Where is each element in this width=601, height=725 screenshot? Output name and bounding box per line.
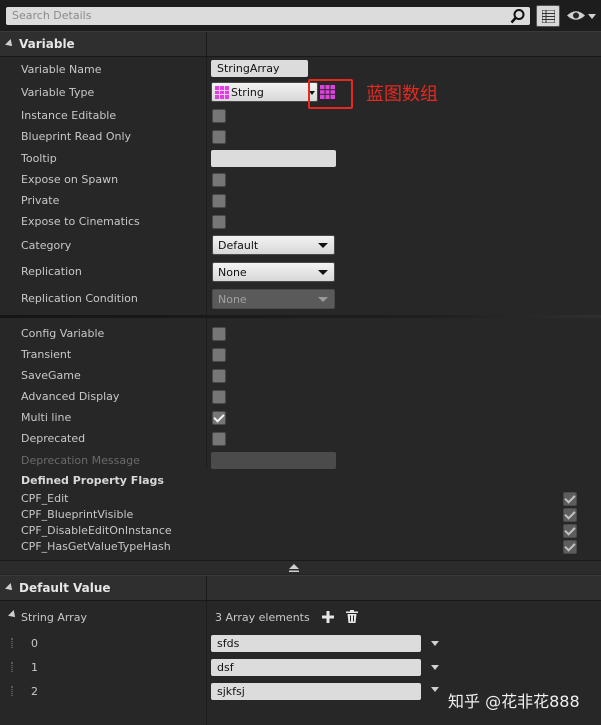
flag-checkbox	[563, 492, 577, 506]
expose-on-spawn-label: Expose on Spawn	[21, 173, 119, 186]
instance-editable-label: Instance Editable	[21, 109, 117, 122]
expose-to-cinematics-checkbox[interactable]	[212, 215, 226, 229]
replication-label: Replication	[21, 265, 82, 278]
category-value: Default	[218, 239, 259, 252]
collapse-arrow-icon	[5, 39, 15, 49]
drag-handle[interactable]	[11, 686, 13, 696]
savegame-label: SaveGame	[21, 369, 81, 382]
annotation-highlight-box	[308, 79, 353, 109]
tooltip-label: Tooltip	[21, 152, 57, 165]
replication-condition-label: Replication Condition	[21, 292, 138, 305]
flag-label: CPF_HasGetValueTypeHash	[21, 540, 171, 553]
variable-section-header[interactable]: Variable	[0, 31, 601, 58]
grid-icon	[542, 10, 555, 23]
property-flags-title: Defined Property Flags	[21, 474, 164, 487]
expose-on-spawn-checkbox[interactable]	[212, 173, 226, 187]
config-variable-label: Config Variable	[21, 327, 105, 340]
default-value-section-header[interactable]: Default Value	[0, 575, 601, 602]
advanced-collapse-bar[interactable]	[0, 560, 601, 574]
tooltip-field[interactable]	[211, 150, 336, 167]
flag-label: CPF_BlueprintVisible	[21, 508, 134, 521]
advanced-display-label: Advanced Display	[21, 390, 120, 403]
variable-type-value: String	[231, 86, 264, 99]
column-divider	[206, 601, 207, 725]
replication-condition-dropdown[interactable]: None	[212, 289, 335, 309]
column-divider	[206, 32, 207, 58]
private-label: Private	[21, 194, 60, 207]
variable-name-label: Variable Name	[21, 63, 102, 76]
element-options-dropdown[interactable]	[431, 665, 439, 670]
multi-line-label: Multi line	[21, 411, 72, 424]
variable-name-field[interactable]: StringArray	[211, 60, 308, 77]
details-toolbar: Search Details	[0, 0, 601, 32]
flag-checkbox	[563, 540, 577, 554]
deprecated-checkbox[interactable]	[212, 432, 226, 446]
deprecation-message-field[interactable]	[211, 452, 336, 469]
element-value-field[interactable]: sfds	[211, 635, 421, 652]
string-type-icon	[215, 86, 229, 99]
element-index: 2	[31, 685, 38, 698]
instance-editable-checkbox[interactable]	[212, 109, 226, 123]
blueprint-read-only-label: Blueprint Read Only	[21, 130, 132, 143]
category-label: Category	[21, 239, 72, 252]
annotation-label: 蓝图数组	[366, 84, 438, 105]
search-input[interactable]: Search Details	[6, 7, 530, 25]
section-title: Default Value	[19, 581, 111, 595]
section-title: Variable	[19, 37, 75, 51]
config-variable-checkbox[interactable]	[212, 327, 226, 341]
search-icon[interactable]	[510, 8, 526, 24]
variable-type-dropdown[interactable]: String	[211, 82, 318, 102]
element-index: 1	[31, 661, 38, 674]
multi-line-checkbox[interactable]	[212, 411, 226, 425]
blueprint-read-only-checkbox[interactable]	[212, 130, 226, 144]
add-element-icon[interactable]	[322, 611, 334, 623]
property-matrix-button[interactable]	[536, 5, 560, 27]
flag-checkbox	[563, 524, 577, 538]
collapse-up-icon	[289, 564, 299, 572]
element-options-dropdown[interactable]	[431, 687, 439, 692]
replication-condition-value: None	[218, 293, 247, 306]
category-dropdown[interactable]: Default	[212, 235, 335, 255]
element-value-field[interactable]: dsf	[211, 659, 421, 676]
transient-label: Transient	[21, 348, 72, 361]
string-array-label: String Array	[21, 611, 87, 624]
column-divider	[206, 576, 207, 602]
view-options-button[interactable]	[566, 8, 596, 24]
flag-label: CPF_Edit	[21, 492, 69, 505]
chevron-down-icon	[318, 243, 328, 248]
chevron-down-icon	[318, 297, 328, 302]
private-checkbox[interactable]	[212, 194, 226, 208]
replication-value: None	[218, 266, 247, 279]
flag-checkbox	[563, 508, 577, 522]
advanced-display-checkbox[interactable]	[212, 390, 226, 404]
deprecated-label: Deprecated	[21, 432, 86, 445]
chevron-down-icon	[318, 270, 328, 275]
column-divider	[206, 318, 207, 468]
search-placeholder: Search Details	[12, 9, 92, 22]
watermark: 知乎 @花非花888	[448, 692, 580, 711]
expose-to-cinematics-label: Expose to Cinematics	[21, 215, 140, 228]
element-options-dropdown[interactable]	[431, 641, 439, 646]
transient-checkbox[interactable]	[212, 348, 226, 362]
element-value-field[interactable]: sjkfsj	[211, 683, 421, 700]
savegame-checkbox[interactable]	[212, 369, 226, 383]
trash-icon[interactable]	[346, 610, 358, 623]
eye-icon	[567, 11, 585, 20]
flag-label: CPF_DisableEditOnInstance	[21, 524, 172, 537]
variable-type-label: Variable Type	[21, 86, 95, 99]
replication-dropdown[interactable]: None	[212, 262, 335, 282]
column-divider	[206, 57, 207, 315]
deprecation-message-label: Deprecation Message	[21, 454, 140, 467]
chevron-down-icon	[588, 14, 596, 19]
element-index: 0	[31, 637, 38, 650]
drag-handle[interactable]	[11, 662, 13, 672]
collapse-arrow-icon	[5, 583, 15, 593]
array-count: 3 Array elements	[215, 611, 310, 624]
drag-handle[interactable]	[11, 638, 13, 648]
